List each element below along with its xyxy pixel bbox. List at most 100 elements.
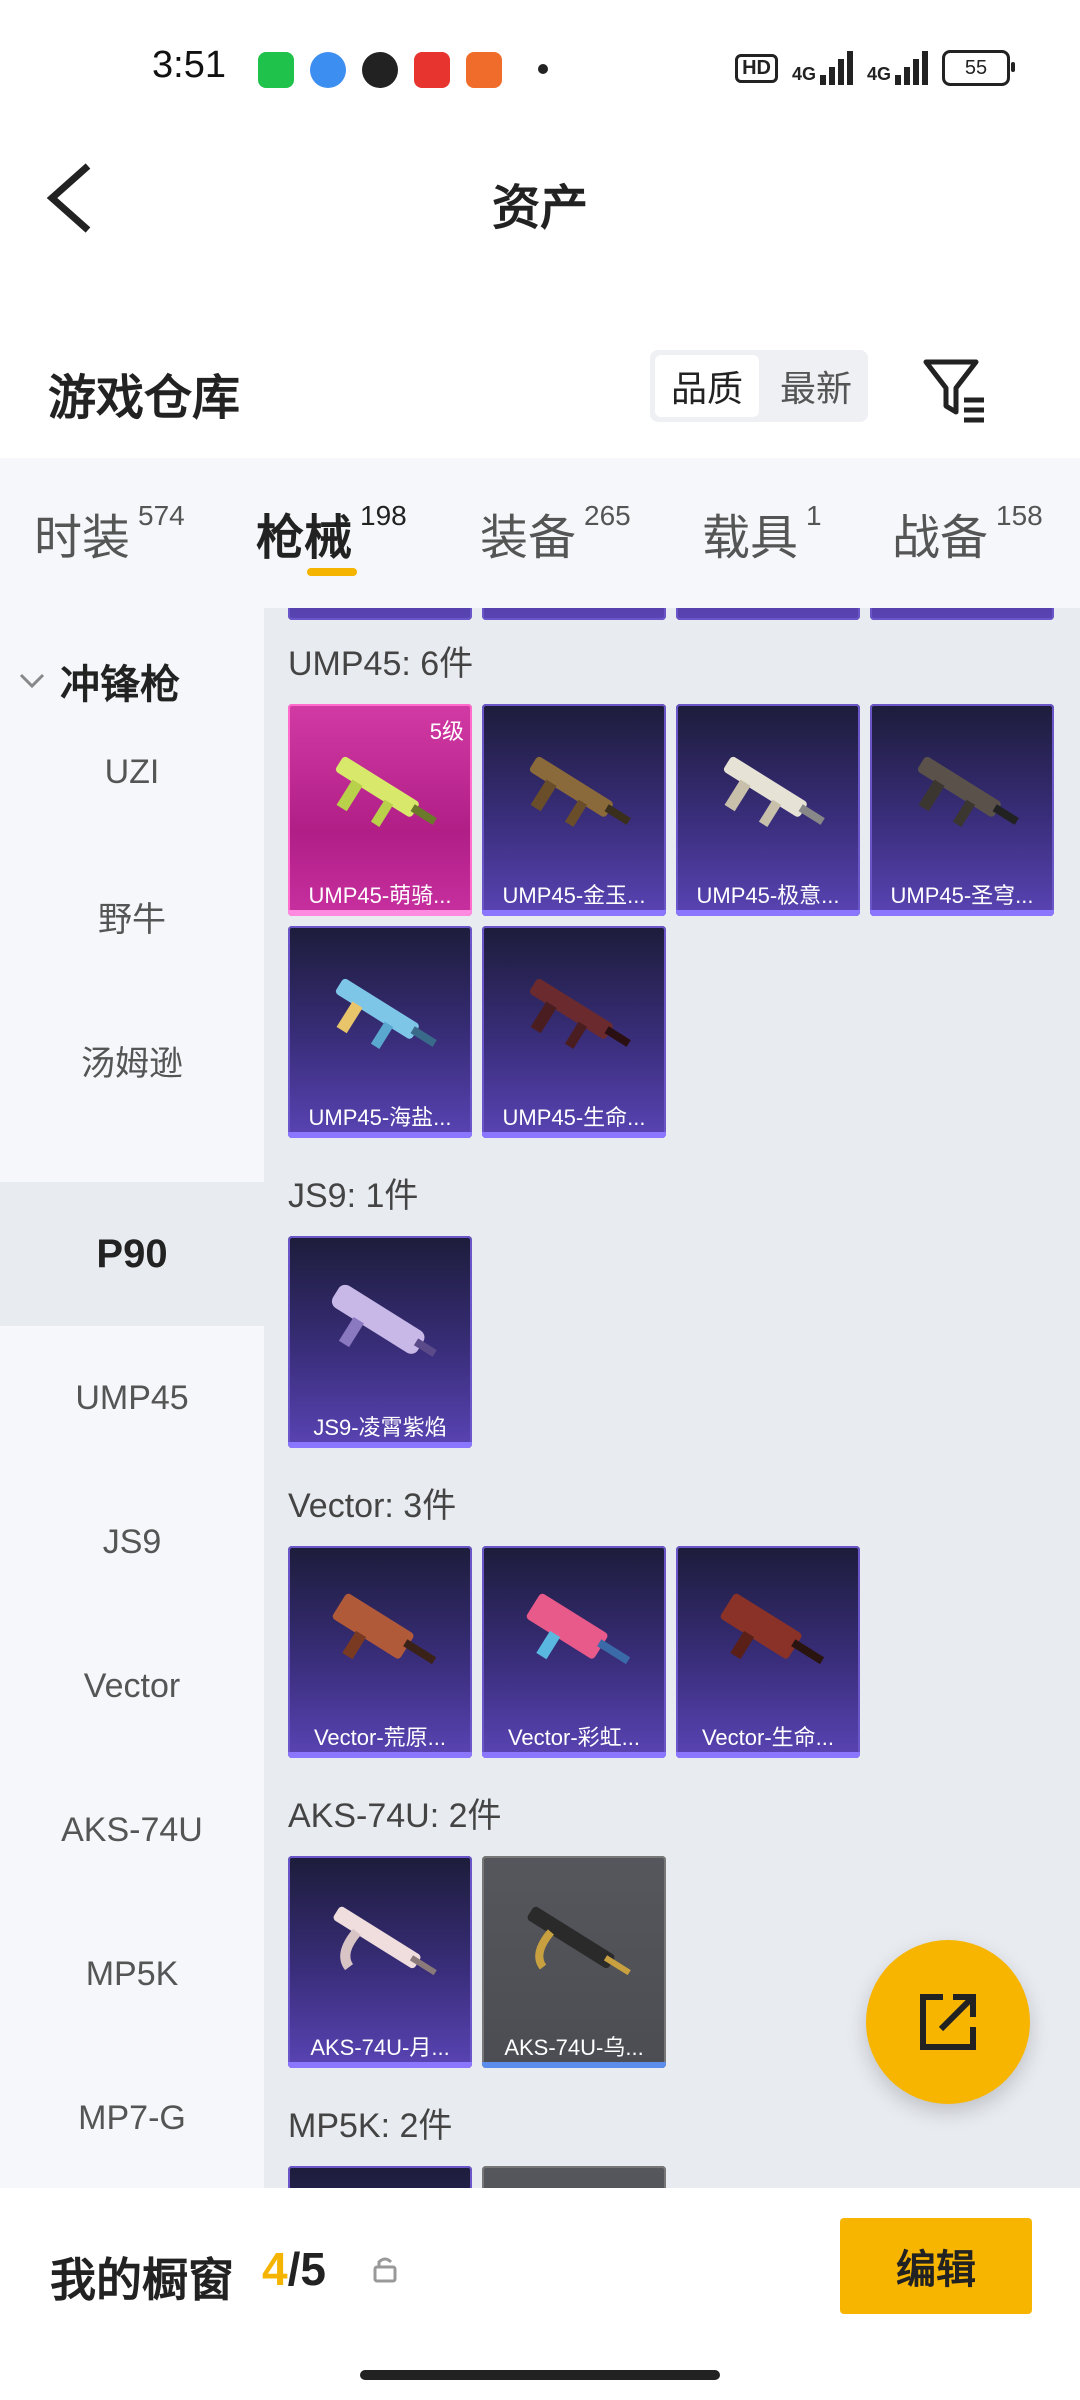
weapon-card[interactable]: UMP45-生命... xyxy=(482,926,666,1138)
sort-quality-button[interactable]: 品质 xyxy=(655,355,759,417)
smg-skin-icon xyxy=(335,756,437,827)
smg-skin-icon xyxy=(333,1906,437,1976)
network-type-1: 4G xyxy=(791,64,816,84)
rarity-bar xyxy=(676,1752,860,1758)
signal-1: 4G xyxy=(792,51,853,85)
sidebar-item-mp7g[interactable]: MP7-G xyxy=(0,2046,264,2190)
weapon-card-partial[interactable] xyxy=(482,2166,666,2188)
rarity-bar xyxy=(482,1132,666,1138)
tab-count: 265 xyxy=(584,500,631,531)
tab-supplies[interactable]: 战备 158 xyxy=(892,498,1043,568)
back-button[interactable] xyxy=(40,158,110,238)
weapon-card[interactable]: UMP45-海盐... xyxy=(288,926,472,1138)
sidebar-item-uzi[interactable]: UZI xyxy=(0,700,264,844)
tab-count: 198 xyxy=(360,500,407,531)
signal-bars-icon xyxy=(819,51,853,85)
share-fab[interactable] xyxy=(866,1940,1030,2104)
active-tab-indicator xyxy=(307,568,357,576)
browser-notification-icon xyxy=(310,52,346,88)
group-label-mp5k: MP5K: 2件 xyxy=(288,2107,453,2145)
sidebar-item-ump45[interactable]: UMP45 xyxy=(0,1326,264,1470)
hd-voice-icon: HD xyxy=(735,53,778,83)
group-label-vector: Vector: 3件 xyxy=(288,1487,457,1525)
sidebar-item-thompson[interactable]: 汤姆逊 xyxy=(0,988,264,1132)
tab-weapons[interactable]: 枪械 198 xyxy=(256,498,407,568)
sidebar-item-vector[interactable]: Vector xyxy=(0,1614,264,1758)
tab-label: 枪械 xyxy=(256,512,353,565)
weapon-card[interactable]: Vector-彩虹... xyxy=(482,1546,666,1758)
showcase-title: 我的橱窗 xyxy=(50,2254,234,2306)
tab-fashion[interactable]: 时装 574 xyxy=(34,498,185,568)
app-notification-icon xyxy=(258,52,294,88)
tab-label: 时装 xyxy=(34,512,131,565)
tab-vehicles[interactable]: 载具 1 xyxy=(702,498,822,568)
weapon-card-partial[interactable] xyxy=(288,2166,472,2188)
weapon-name: Vector-生命... xyxy=(701,1725,835,1750)
weapon-name: AKS-74U-月... xyxy=(310,2035,450,2060)
weapon-card[interactable]: UMP45-圣穹... xyxy=(870,704,1054,916)
smg-skin-icon xyxy=(529,756,631,827)
smg-skin-icon xyxy=(526,1593,631,1665)
weapon-name: UMP45-金玉... xyxy=(502,883,646,908)
group-label-js9: JS9: 1件 xyxy=(288,1177,419,1215)
tab-count: 1 xyxy=(806,500,822,531)
tab-equipment[interactable]: 装备 265 xyxy=(480,498,631,568)
filter-button[interactable] xyxy=(920,354,990,424)
rarity-bar xyxy=(482,910,666,916)
battery-icon: 55 xyxy=(942,50,1015,86)
sidebar-item-p90[interactable]: P90 xyxy=(0,1182,264,1326)
rarity-bar xyxy=(288,1752,472,1758)
weapon-card[interactable]: Vector-生命... xyxy=(676,1546,860,1758)
weapon-name: UMP45-生命... xyxy=(502,1105,646,1130)
edit-button[interactable]: 编辑 xyxy=(840,2218,1032,2314)
status-bar: 3:51 HD 4G 4G 55 xyxy=(0,0,1080,140)
sidebar-item-aks74u[interactable]: AKS-74U xyxy=(0,1758,264,1902)
chevron-down-icon xyxy=(19,673,45,689)
showcase-current: 4 xyxy=(262,2243,288,2295)
weapon-name: UMP45-圣穹... xyxy=(890,883,1034,908)
rarity-bar xyxy=(676,910,860,916)
rarity-bar xyxy=(288,1132,472,1138)
weapon-card[interactable]: AKS-74U-乌... xyxy=(482,1856,666,2068)
signal-2: 4G xyxy=(867,51,928,85)
sidebar-item-bizon[interactable]: 野牛 xyxy=(0,844,264,988)
weapon-card[interactable]: UMP45-极意... xyxy=(676,704,860,916)
weapon-card[interactable]: JS9-凌霄紫焰 xyxy=(288,1236,472,1448)
smg-skin-icon xyxy=(723,756,825,827)
weapon-card-partial[interactable] xyxy=(870,608,1054,620)
weapon-card-partial[interactable] xyxy=(676,608,860,620)
rarity-bar xyxy=(870,910,1054,916)
sidebar-item-mp5k[interactable]: MP5K xyxy=(0,1902,264,2046)
showcase-count: 4/5 xyxy=(262,2243,326,2295)
weapon-card-partial[interactable] xyxy=(482,608,666,620)
smg-skin-icon xyxy=(917,756,1019,827)
network-type-2: 4G xyxy=(866,64,891,84)
sort-latest-button[interactable]: 最新 xyxy=(764,350,868,422)
weapon-name: UMP45-极意... xyxy=(696,883,840,908)
title-bar: 资产 xyxy=(0,140,1080,250)
more-notifications-dot xyxy=(538,64,548,74)
weapon-name: AKS-74U-乌... xyxy=(504,2035,644,2060)
lock-icon xyxy=(373,2257,397,2283)
page-title: 资产 xyxy=(491,182,588,235)
group-label-aks74u: AKS-74U: 2件 xyxy=(288,1797,502,1835)
weapon-card[interactable]: 5级 UMP45-萌骑... xyxy=(288,704,472,916)
weapon-name: Vector-荒原... xyxy=(313,1725,447,1750)
weapon-card[interactable]: Vector-荒原... xyxy=(288,1546,472,1758)
tab-count: 158 xyxy=(996,500,1043,531)
section-title: 游戏仓库 xyxy=(48,372,241,425)
weapon-card[interactable]: AKS-74U-月... xyxy=(288,1856,472,2068)
smg-skin-icon xyxy=(331,1284,437,1357)
weapon-card[interactable]: UMP45-金玉... xyxy=(482,704,666,916)
tab-label: 战备 xyxy=(892,512,989,565)
game-app-icon xyxy=(466,52,502,88)
home-indicator[interactable] xyxy=(360,2370,720,2380)
sidebar-item-js9[interactable]: JS9 xyxy=(0,1470,264,1614)
category-tabs: 时装 574 枪械 198 装备 265 载具 1 战备 158 xyxy=(0,458,1080,608)
weapon-name: JS9-凌霄紫焰 xyxy=(313,1415,447,1440)
wechat-icon xyxy=(362,52,398,88)
rarity-bar xyxy=(482,1752,666,1758)
chevron-left-icon xyxy=(46,163,91,233)
weapon-card-partial[interactable] xyxy=(288,608,472,620)
rarity-bar xyxy=(288,910,472,916)
